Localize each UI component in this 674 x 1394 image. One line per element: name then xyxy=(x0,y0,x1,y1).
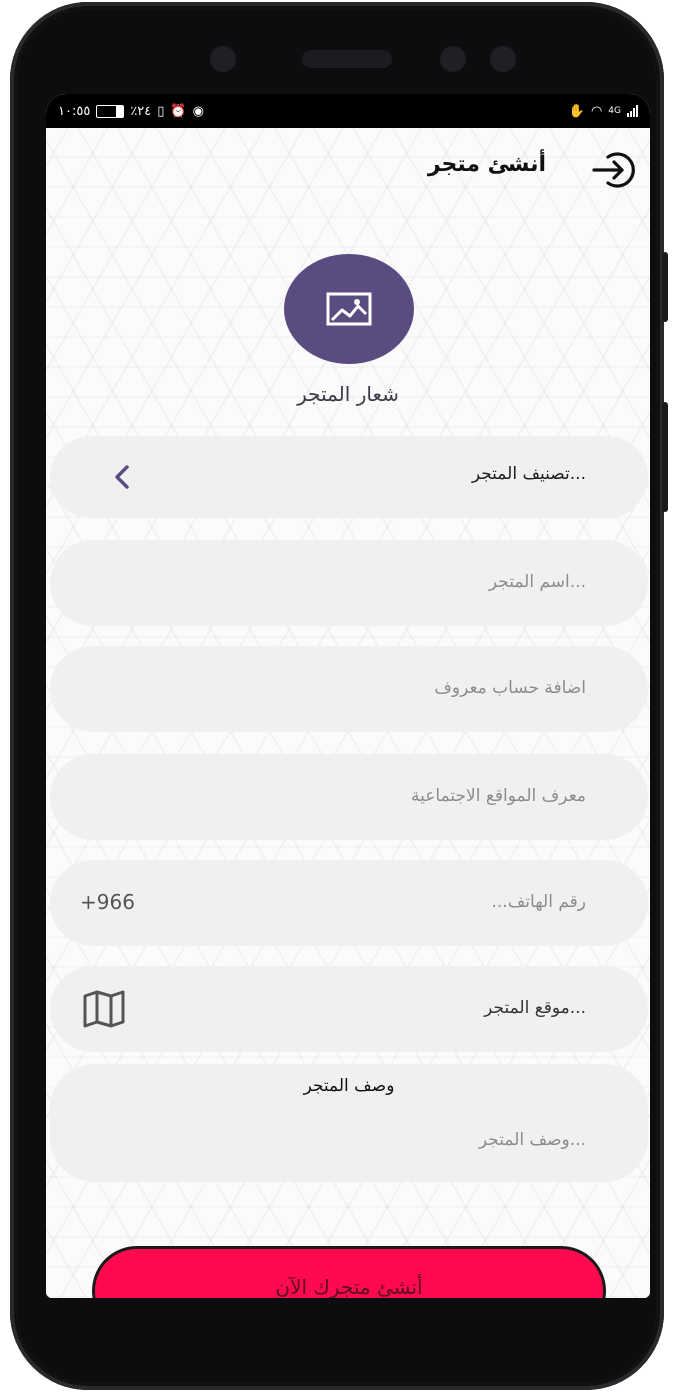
store-logo-upload[interactable] xyxy=(284,254,414,364)
country-code: +966 xyxy=(80,890,135,914)
create-store-button[interactable]: أنشئ متجرك الآن xyxy=(92,1246,606,1298)
network-label: 4G xyxy=(608,106,621,116)
earpiece-speaker xyxy=(302,50,392,68)
vibrate-icon: ▯ xyxy=(157,103,165,119)
store-location-input[interactable]: موقع المتجر... xyxy=(50,966,648,1052)
chevron-left-icon xyxy=(115,465,129,489)
hand-icon: ✋ xyxy=(568,103,585,119)
page-title: أنشئ متجر xyxy=(427,152,546,177)
power-button xyxy=(662,402,668,512)
phone-frame: ١٠:٥٥ ٪٢٤ ▯ ⏰ ◉ ✋ ◠ 4G أنشئ متجر شعار ال… xyxy=(10,2,668,1390)
store-category-select[interactable]: تصنيف المتجر... xyxy=(50,436,648,518)
description-placeholder: وصف المتجر... xyxy=(478,1130,586,1150)
sensor-2 xyxy=(490,46,516,72)
map-icon[interactable] xyxy=(82,990,126,1028)
status-bar: ١٠:٥٥ ٪٢٤ ▯ ⏰ ◉ ✋ ◠ 4G xyxy=(46,94,650,128)
image-icon xyxy=(326,292,372,326)
phone-placeholder: ...رقم الهاتف xyxy=(491,892,586,912)
known-account-input[interactable]: اضافة حساب معروف xyxy=(50,646,648,732)
store-name-input[interactable]: اسم المتجر... xyxy=(50,540,648,626)
store-name-placeholder: اسم المتجر... xyxy=(488,572,586,592)
description-label: وصف المتجر xyxy=(303,1076,395,1096)
social-id-placeholder: معرف المواقع الاجتماعية xyxy=(411,786,586,806)
sign-in-arrow-icon[interactable] xyxy=(590,150,638,190)
front-camera xyxy=(210,46,236,72)
location-placeholder: موقع المتجر... xyxy=(484,998,586,1018)
signal-icon xyxy=(627,105,638,117)
logo-label: شعار المتجر xyxy=(297,382,399,406)
app-header: أنشئ متجر xyxy=(46,128,650,208)
phone-input[interactable]: ...رقم الهاتف +966 xyxy=(50,860,648,946)
eye-icon: ◉ xyxy=(192,103,204,119)
known-account-placeholder: اضافة حساب معروف xyxy=(434,678,586,698)
status-time: ١٠:٥٥ xyxy=(58,103,91,119)
battery-percent: ٪٢٤ xyxy=(130,103,152,119)
create-store-label: أنشئ متجرك الآن xyxy=(275,1275,423,1298)
social-id-input[interactable]: معرف المواقع الاجتماعية xyxy=(50,754,648,840)
store-description-input[interactable]: وصف المتجر وصف المتجر... xyxy=(50,1064,648,1182)
battery-icon xyxy=(96,104,125,118)
alarm-icon: ⏰ xyxy=(170,103,187,119)
wifi-icon: ◠ xyxy=(590,103,603,119)
category-placeholder: تصنيف المتجر... xyxy=(471,464,586,484)
sensor xyxy=(440,46,466,72)
volume-button xyxy=(662,252,668,322)
app-screen: ١٠:٥٥ ٪٢٤ ▯ ⏰ ◉ ✋ ◠ 4G أنشئ متجر شعار ال… xyxy=(46,94,650,1298)
